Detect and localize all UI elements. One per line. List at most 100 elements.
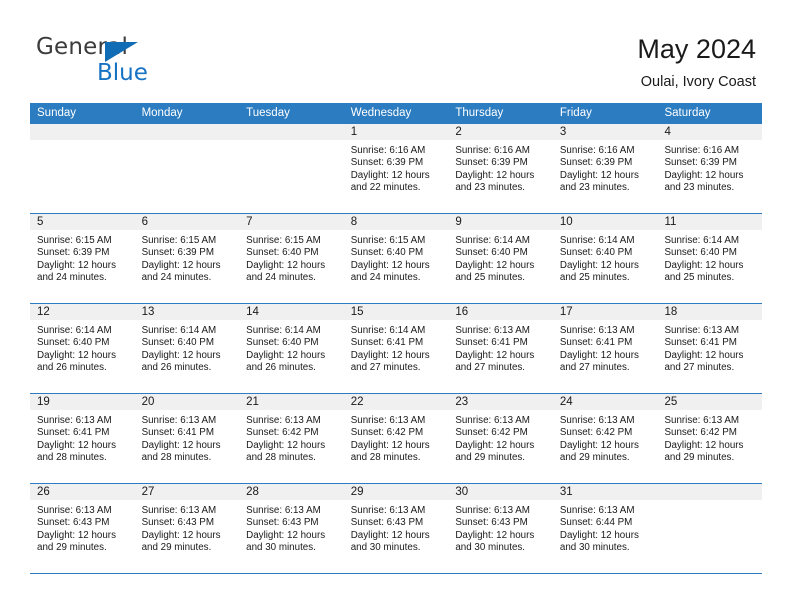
weekday-friday: Friday — [559, 107, 592, 119]
day-number-band: 15 — [343, 304, 449, 320]
calendar-day-cell-empty — [30, 124, 135, 213]
day-number: 6 — [141, 216, 148, 228]
day-number: 4 — [664, 126, 671, 138]
sunset-time: Sunset: 6:41 PM — [664, 337, 737, 349]
calendar-day-cell[interactable]: 21 Sunrise: 6:13 AM Sunset: 6:42 PM Dayligh… — [239, 394, 344, 483]
calendar-day-cell[interactable]: 24 Sunrise: 6:13 AM Sunset: 6:42 PM Dayligh… — [552, 394, 658, 483]
day-number-band: 5 — [30, 214, 135, 230]
sunrise-time: Sunrise: 6:15 AM — [246, 235, 321, 246]
daylight-duration-line2: and 28 minutes. — [246, 452, 316, 464]
calendar-day-cell[interactable]: 27 Sunrise: 6:13 AM Sunset: 6:43 PM Dayligh… — [134, 484, 240, 573]
calendar-day-cell[interactable]: 30 Sunrise: 6:13 AM Sunset: 6:43 PM Dayligh… — [448, 484, 553, 573]
calendar-day-cell[interactable]: 31 Sunrise: 6:13 AM Sunset: 6:44 PM Dayligh… — [552, 484, 658, 573]
calendar-day-cell[interactable]: 8 Sunrise: 6:15 AM Sunset: 6:40 PM Daylight… — [343, 214, 449, 303]
day-number: 13 — [141, 306, 155, 318]
calendar-page: General Blue May 2024 Oulai, Ivory Coast… — [0, 0, 792, 612]
calendar-day-cell[interactable]: 17 Sunrise: 6:13 AM Sunset: 6:41 PM Dayligh… — [552, 304, 658, 393]
daylight-duration-line2: and 29 minutes. — [559, 452, 630, 464]
day-number: 3 — [559, 126, 567, 138]
day-number-band: 28 — [239, 484, 344, 500]
day-details: Sunrise: 6:13 AM Sunset: 6:42 PM Daylight:… — [239, 410, 344, 465]
day-number: 27 — [141, 486, 155, 498]
calendar-day-cell[interactable]: 14 Sunrise: 6:14 AM Sunset: 6:40 PM Dayligh… — [239, 304, 344, 393]
calendar-day-cell[interactable]: 2 Sunrise: 6:16 AM Sunset: 6:39 PM Daylight… — [448, 124, 553, 213]
calendar-day-cell[interactable]: 11 Sunrise: 6:14 AM Sunset: 6:40 PM Dayligh… — [657, 214, 763, 303]
calendar-day-cell[interactable]: 7 Sunrise: 6:15 AM Sunset: 6:40 PM Daylight… — [239, 214, 344, 303]
sunset-time: Sunset: 6:40 PM — [246, 247, 319, 259]
sunset-time: Sunset: 6:43 PM — [37, 517, 110, 529]
day-number-band: 29 — [343, 484, 449, 500]
day-number: 7 — [246, 216, 253, 228]
day-number-band: 17 — [552, 304, 658, 320]
sunrise-time: Sunrise: 6:13 AM — [37, 505, 112, 516]
day-number-band: 12 — [30, 304, 135, 320]
calendar-day-cell[interactable]: 3 Sunrise: 6:16 AM Sunset: 6:39 PM Daylight… — [552, 124, 658, 213]
day-number-band — [134, 124, 240, 140]
daylight-duration-line2: and 22 minutes. — [350, 182, 421, 194]
sunset-time: Sunset: 6:44 PM — [559, 517, 633, 529]
calendar-day-cell[interactable]: 16 Sunrise: 6:13 AM Sunset: 6:41 PM Dayligh… — [448, 304, 553, 393]
day-details: Sunrise: 6:13 AM Sunset: 6:41 PM Daylight:… — [657, 320, 762, 375]
day-number-band: 25 — [657, 394, 763, 410]
calendar-day-cell[interactable]: 20 Sunrise: 6:13 AM Sunset: 6:41 PM Dayligh… — [134, 394, 240, 483]
calendar-day-cell[interactable]: 6 Sunrise: 6:15 AM Sunset: 6:39 PM Daylight… — [134, 214, 240, 303]
day-details: Sunrise: 6:13 AM Sunset: 6:42 PM Daylight:… — [448, 410, 553, 465]
calendar-day-cell[interactable]: 9 Sunrise: 6:14 AM Sunset: 6:40 PM Daylight… — [448, 214, 553, 303]
sunset-time: Sunset: 6:42 PM — [455, 427, 528, 439]
sunset-time: Sunset: 6:39 PM — [664, 157, 737, 169]
day-number-band: 10 — [552, 214, 658, 230]
calendar-day-cell[interactable]: 25 Sunrise: 6:13 AM Sunset: 6:42 PM Dayligh… — [657, 394, 763, 483]
calendar-day-cell[interactable]: 29 Sunrise: 6:13 AM Sunset: 6:43 PM Dayligh… — [343, 484, 449, 573]
daylight-duration-line1: Daylight: 12 hours — [455, 439, 535, 451]
sunrise-time: Sunrise: 6:14 AM — [664, 235, 740, 246]
calendar-day-cell[interactable]: 5 Sunrise: 6:15 AM Sunset: 6:39 PM Daylight… — [30, 214, 135, 303]
calendar-day-cell[interactable]: 23 Sunrise: 6:13 AM Sunset: 6:42 PM Dayligh… — [448, 394, 553, 483]
sunset-time: Sunset: 6:39 PM — [141, 247, 215, 259]
day-details: Sunrise: 6:15 AM Sunset: 6:39 PM Daylight:… — [135, 230, 240, 285]
calendar-day-cell[interactable]: 22 Sunrise: 6:13 AM Sunset: 6:42 PM Dayligh… — [343, 394, 449, 483]
day-number: 28 — [246, 486, 259, 498]
sunset-time: Sunset: 6:39 PM — [350, 157, 424, 169]
day-number-band: 24 — [552, 394, 658, 410]
calendar-week-row: 5 Sunrise: 6:15 AM Sunset: 6:39 PM Daylight… — [30, 214, 763, 304]
sunset-time: Sunset: 6:41 PM — [141, 427, 215, 439]
day-number: 10 — [559, 216, 573, 228]
day-details: Sunrise: 6:16 AM Sunset: 6:39 PM Daylight:… — [553, 140, 658, 195]
daylight-duration-line1: Daylight: 12 hours — [246, 259, 326, 271]
day-details: Sunrise: 6:13 AM Sunset: 6:43 PM Daylight:… — [30, 500, 135, 555]
sunrise-time: Sunrise: 6:16 AM — [350, 145, 426, 156]
calendar-day-cell[interactable]: 4 Sunrise: 6:16 AM Sunset: 6:39 PM Daylight… — [657, 124, 763, 213]
calendar-day-cell[interactable]: 15 Sunrise: 6:14 AM Sunset: 6:41 PM Dayligh… — [343, 304, 449, 393]
day-details: Sunrise: 6:13 AM Sunset: 6:42 PM Daylight:… — [344, 410, 449, 465]
day-number-band: 2 — [448, 124, 553, 140]
day-number: 2 — [455, 126, 462, 138]
calendar-day-cell[interactable]: 13 Sunrise: 6:14 AM Sunset: 6:40 PM Dayligh… — [134, 304, 240, 393]
day-number-band — [239, 124, 344, 140]
daylight-duration-line1: Daylight: 12 hours — [37, 259, 116, 271]
day-number-band — [657, 484, 763, 500]
daylight-duration-line1: Daylight: 12 hours — [455, 529, 535, 541]
day-number-band: 3 — [552, 124, 658, 140]
day-details: Sunrise: 6:14 AM Sunset: 6:40 PM Daylight:… — [239, 320, 344, 375]
day-number-band: 9 — [448, 214, 553, 230]
calendar-day-cell[interactable]: 19 Sunrise: 6:13 AM Sunset: 6:41 PM Dayligh… — [30, 394, 135, 483]
calendar-day-cell[interactable]: 28 Sunrise: 6:13 AM Sunset: 6:43 PM Dayligh… — [239, 484, 344, 573]
daylight-duration-line1: Daylight: 12 hours — [141, 439, 221, 451]
daylight-duration-line1: Daylight: 12 hours — [350, 529, 430, 541]
calendar-day-cell[interactable]: 26 Sunrise: 6:13 AM Sunset: 6:43 PM Dayligh… — [30, 484, 135, 573]
calendar-day-cell[interactable]: 10 Sunrise: 6:14 AM Sunset: 6:40 PM Dayligh… — [552, 214, 658, 303]
day-details — [239, 140, 344, 145]
day-number-band: 20 — [134, 394, 240, 410]
daylight-duration-line2: and 30 minutes. — [246, 542, 316, 554]
day-number: 26 — [37, 486, 50, 498]
day-number-band: 16 — [448, 304, 553, 320]
calendar-day-cell[interactable]: 12 Sunrise: 6:14 AM Sunset: 6:40 PM Dayligh… — [30, 304, 135, 393]
daylight-duration-line1: Daylight: 12 hours — [559, 529, 639, 541]
calendar-day-cell[interactable]: 18 Sunrise: 6:13 AM Sunset: 6:41 PM Dayligh… — [657, 304, 763, 393]
daylight-duration-line2: and 24 minutes. — [246, 272, 316, 284]
sunset-time: Sunset: 6:41 PM — [350, 337, 424, 349]
daylight-duration-line2: and 26 minutes. — [37, 362, 107, 374]
weekday-header-row: Sunday Monday Tuesday Wednesday Thursday… — [30, 103, 762, 124]
sunrise-time: Sunrise: 6:14 AM — [455, 235, 530, 246]
calendar-day-cell[interactable]: 1 Sunrise: 6:16 AM Sunset: 6:39 PM Daylight… — [343, 124, 449, 213]
